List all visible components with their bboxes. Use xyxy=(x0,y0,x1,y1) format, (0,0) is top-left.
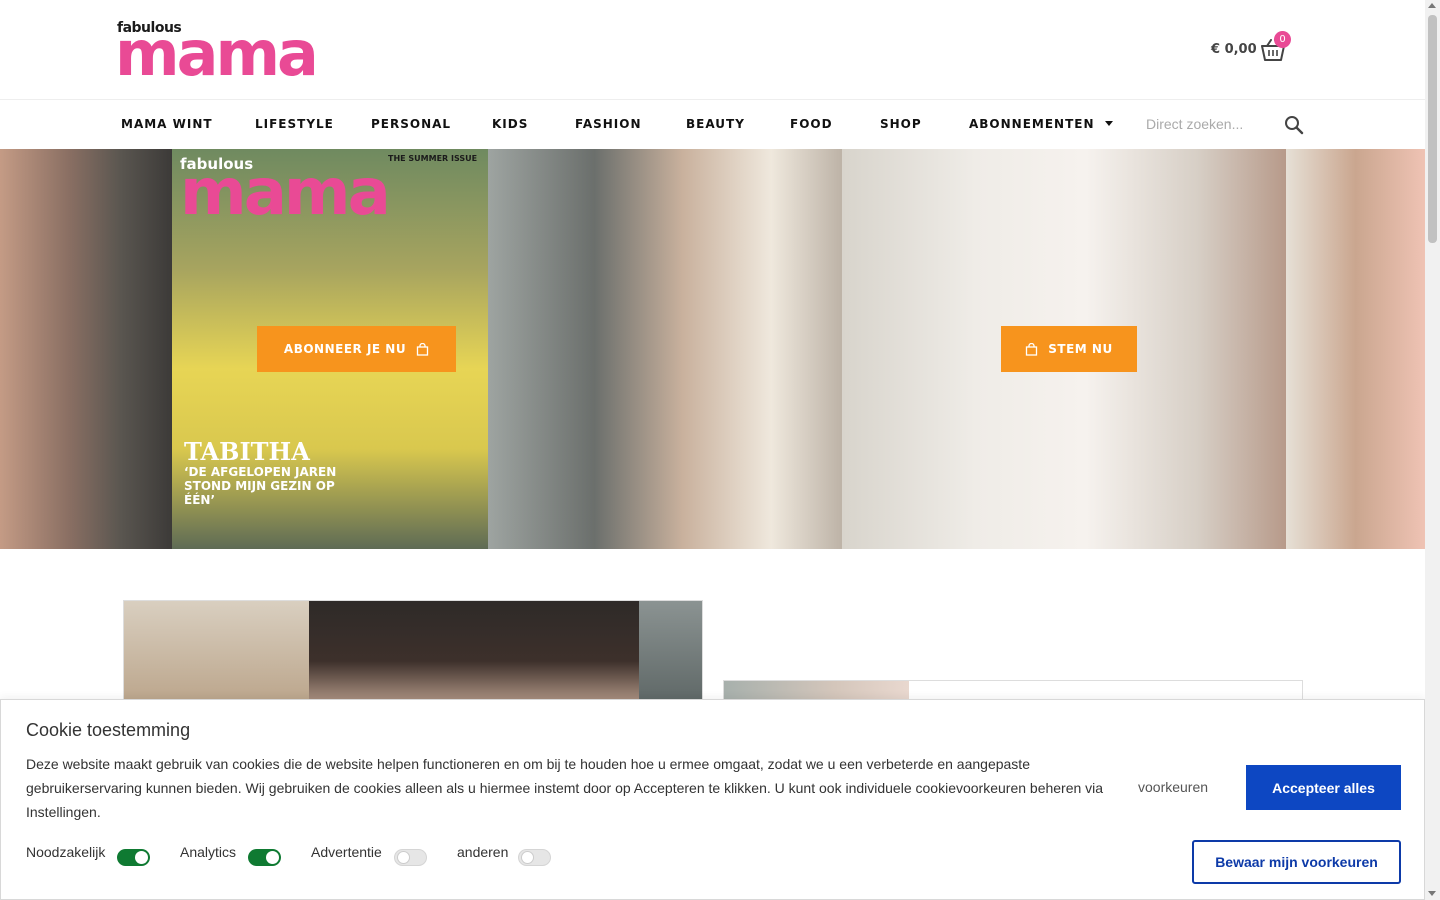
search-icon[interactable] xyxy=(1284,115,1304,135)
toggle-knob xyxy=(266,851,279,864)
toggle-label-necessary: Noodzakelijk xyxy=(26,844,106,860)
save-preferences-button[interactable]: Bewaar mijn voorkeuren xyxy=(1192,840,1401,884)
scroll-down-arrow-icon[interactable] xyxy=(1428,891,1436,896)
toggle-knob xyxy=(521,851,534,864)
site-header: fabulous mama € 0,00 0 xyxy=(0,0,1425,100)
toggle-advertising[interactable] xyxy=(394,849,427,866)
scroll-up-arrow-icon[interactable] xyxy=(1428,3,1436,8)
vote-button[interactable]: STEM NU xyxy=(1001,326,1137,372)
nav-item-food[interactable]: FOOD xyxy=(790,117,833,131)
nav-item-mama-wint[interactable]: MAMA WINT xyxy=(121,117,213,131)
nav-item-kids[interactable]: KIDS xyxy=(492,117,528,131)
nav-item-beauty[interactable]: BEAUTY xyxy=(686,117,745,131)
nav-item-personal[interactable]: PERSONAL xyxy=(371,117,451,131)
subscribe-button-label: ABONNEER JE NU xyxy=(283,342,407,356)
preferences-link[interactable]: voorkeuren xyxy=(1138,779,1208,795)
logo-big-text: mama xyxy=(115,17,319,90)
nav-item-shop[interactable]: SHOP xyxy=(880,117,922,131)
cookie-title: Cookie toestemming xyxy=(26,720,191,740)
toggle-analytics[interactable] xyxy=(248,849,281,866)
chevron-down-icon xyxy=(1104,121,1113,126)
subscribe-button[interactable]: ABONNEER JE NU xyxy=(257,326,456,372)
search-input[interactable] xyxy=(1146,113,1276,135)
shopping-bag-icon xyxy=(1026,342,1038,356)
hero-photo-right xyxy=(1286,149,1425,549)
nav-item-abonnementen[interactable]: ABONNEMENTEN xyxy=(969,117,1113,131)
toggle-label-others: anderen xyxy=(457,844,509,860)
toggle-knob xyxy=(397,851,410,864)
accept-all-button[interactable]: Accepteer alles xyxy=(1246,765,1401,810)
toggle-label-analytics: Analytics xyxy=(180,844,237,860)
toggle-necessary[interactable] xyxy=(117,849,150,866)
vote-button-label: STEM NU xyxy=(1048,342,1113,356)
cover-masthead-big: mama xyxy=(180,156,391,230)
hero-banner: fabulous mama THE SUMMER ISSUE TABITHA ‘… xyxy=(0,149,1425,549)
toggle-label-advertising: Advertentie xyxy=(311,844,382,860)
cart-count-badge: 0 xyxy=(1274,31,1291,48)
cover-headline: TABITHA xyxy=(184,437,310,466)
toggle-knob xyxy=(135,851,148,864)
scrollbar-thumb[interactable] xyxy=(1428,15,1437,243)
cookie-description: Deze website maakt gebruik van cookies d… xyxy=(26,756,1104,820)
nav-item-abonnementen-label: ABONNEMENTEN xyxy=(969,117,1095,131)
site-logo[interactable]: fabulous mama xyxy=(115,17,389,90)
cookie-consent-banner: Cookie toestemming Deze website maakt ge… xyxy=(0,699,1425,900)
nav-item-lifestyle[interactable]: LIFESTYLE xyxy=(255,117,334,131)
toggle-others[interactable] xyxy=(518,849,551,866)
page-scrollbar[interactable] xyxy=(1425,0,1440,900)
cover-issue-label: THE SUMMER ISSUE xyxy=(388,154,478,163)
nav-item-fashion[interactable]: FASHION xyxy=(575,117,642,131)
main-navigation: MAMA WINT LIFESTYLE PERSONAL KIDS FASHIO… xyxy=(0,99,1425,149)
shopping-bag-icon xyxy=(416,342,429,356)
cover-quote: ‘De afgelopen jaren stond mijn gezin op … xyxy=(184,465,337,507)
hero-photo-left xyxy=(0,149,172,549)
hero-photo-couple xyxy=(488,149,842,549)
cart-amount[interactable]: € 0,00 xyxy=(1211,42,1257,57)
